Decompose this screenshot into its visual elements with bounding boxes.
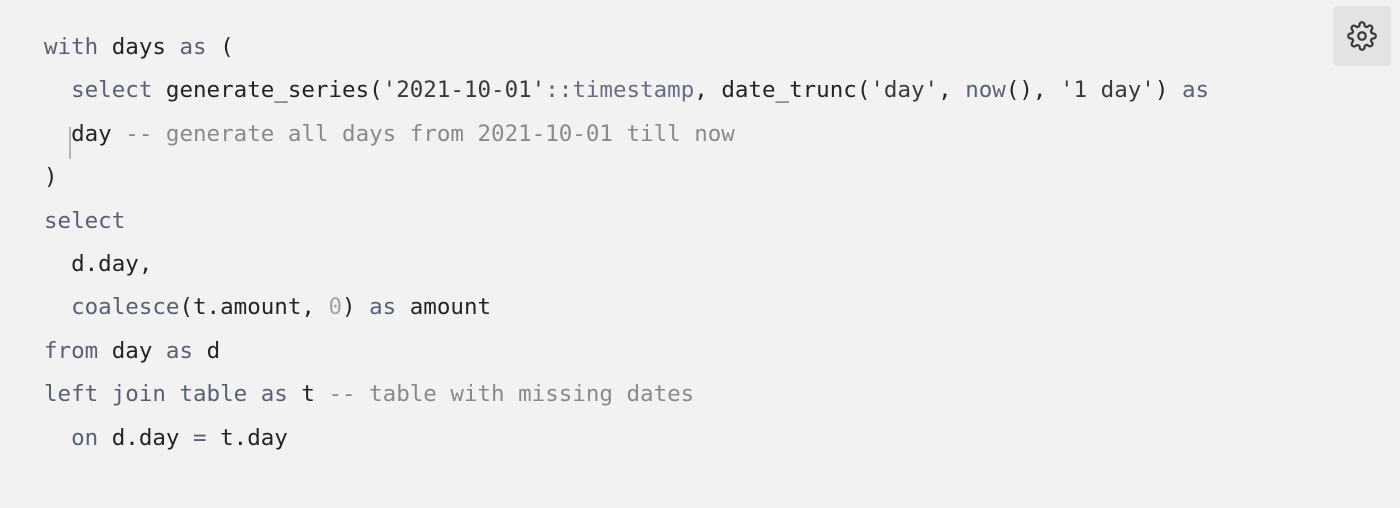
- code-token-comment: -- generate all days from 2021-10-01 til…: [125, 120, 735, 147]
- settings-button[interactable]: [1333, 6, 1391, 66]
- code-token-id: day: [69, 121, 112, 159]
- code-token-punct: (: [206, 34, 234, 60]
- code-token-id: generate_series: [165, 77, 370, 104]
- code-token-kw: with: [44, 34, 99, 60]
- code-token-punct: [152, 338, 166, 364]
- code-token-comment: -- table with missing dates: [328, 381, 695, 408]
- code-token-punct: (: [369, 77, 383, 104]
- code-token-punct: [152, 77, 166, 103]
- code-token-punct: ): [1154, 77, 1182, 104]
- code-token-indent: [44, 294, 71, 320]
- code-token-kw: as: [369, 294, 397, 321]
- code-token-str: '1 day': [1060, 77, 1155, 104]
- code-token-punct: ,: [938, 77, 966, 104]
- code-token-punct: [396, 294, 410, 320]
- code-token-kw: select: [71, 77, 153, 104]
- gear-icon: [1347, 21, 1377, 51]
- code-token-op: ::: [545, 77, 573, 104]
- code-line: coalesce(t.amount, 0) as amount: [44, 286, 1209, 329]
- code-token-kw: as: [1181, 77, 1210, 104]
- code-token-punct: (: [856, 77, 871, 104]
- code-token-punct: (t.amount,: [179, 294, 329, 321]
- code-token-id: d.day,: [71, 250, 153, 277]
- code-block: with days as ( select generate_series('2…: [0, 0, 1400, 508]
- code-token-kw: as: [165, 337, 194, 364]
- code-token-id: d.day: [111, 424, 180, 451]
- code-token-fn: now: [965, 77, 1006, 104]
- code-line: from day as d: [44, 330, 1209, 373]
- code-token-kw: left join table as: [44, 381, 288, 408]
- code-token-id: days: [111, 34, 166, 60]
- code-token-kw: from: [44, 337, 99, 364]
- code-token-punct: ): [44, 164, 58, 191]
- code-token-fn: coalesce: [71, 294, 180, 321]
- code-token-indent: [44, 251, 71, 277]
- code-token-punct: [98, 34, 112, 60]
- code-token-kw: as: [179, 34, 207, 60]
- code-token-str: 'day': [870, 77, 939, 104]
- code-token-punct: [166, 34, 180, 60]
- code-token-punct: [193, 338, 207, 364]
- code-token-punct: [315, 381, 329, 407]
- code-line: day -- generate all days from 2021-10-01…: [44, 113, 1209, 159]
- code-token-punct: [288, 381, 302, 407]
- code-token-id: date_trunc: [721, 77, 857, 104]
- code-token-punct: [112, 121, 126, 147]
- text-cursor: [69, 126, 72, 159]
- code-token-punct: [207, 425, 221, 451]
- code-token-indent: [44, 77, 71, 103]
- code-line: d.day,: [44, 243, 1209, 286]
- code-token-punct: ): [342, 294, 370, 321]
- code-token-num: 0: [328, 294, 343, 321]
- code-content[interactable]: with days as ( select generate_series('2…: [44, 26, 1209, 460]
- code-token-punct: [98, 425, 112, 451]
- code-line: ): [44, 156, 1209, 199]
- code-token-kw: on: [71, 424, 99, 451]
- code-token-id: t: [301, 381, 315, 408]
- code-token-op: =: [193, 424, 207, 451]
- code-token-punct: [179, 425, 193, 451]
- code-token-punct: ,: [694, 77, 722, 104]
- code-token-id: day: [111, 337, 153, 364]
- code-token-kw: select: [44, 207, 126, 234]
- code-line: left join table as t -- table with missi…: [44, 373, 1209, 416]
- code-token-id: amount: [409, 294, 492, 321]
- code-token-str: '2021-10-01': [382, 77, 546, 104]
- code-token-id: t.day: [220, 424, 288, 451]
- code-line: on d.day = t.day: [44, 417, 1209, 460]
- code-line: with days as (: [44, 26, 1209, 69]
- code-token-type: timestamp: [572, 77, 695, 104]
- code-line: select: [44, 200, 1209, 243]
- code-token-indent: [44, 121, 71, 147]
- code-token-indent: [44, 425, 71, 451]
- code-token-punct: (),: [1005, 77, 1061, 104]
- code-line: select generate_series('2021-10-01'::tim…: [44, 69, 1209, 112]
- code-token-punct: [98, 338, 112, 364]
- code-token-id: d: [206, 337, 221, 364]
